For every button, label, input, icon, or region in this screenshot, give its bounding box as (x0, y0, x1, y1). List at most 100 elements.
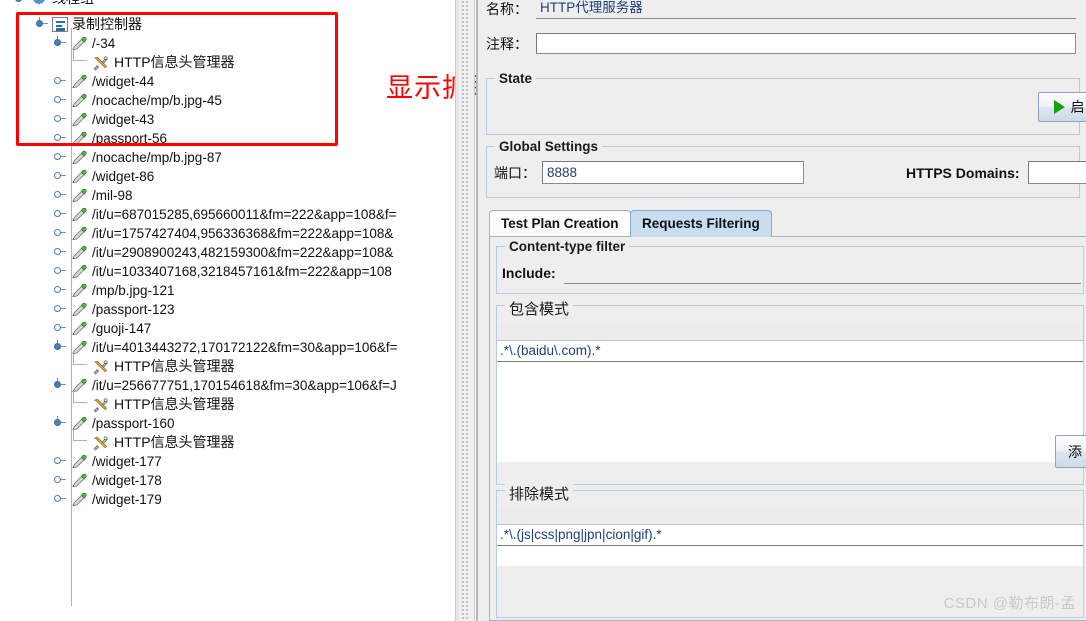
tree-node-toggle[interactable] (53, 264, 66, 277)
filter-tabs[interactable]: Test Plan Creation Requests Filtering (489, 210, 1086, 237)
name-input[interactable]: HTTP代理服务器 (536, 0, 1076, 19)
start-button[interactable]: 启 (1038, 92, 1086, 122)
exclude-patterns-table[interactable]: .*\.(js|css|png|jpn|cion|gif).* (497, 506, 1083, 566)
sampler-pencil-icon (70, 245, 88, 261)
tree-node-label: /nocache/mp/b.jpg-87 (92, 150, 222, 165)
name-label: 名称： (486, 0, 528, 17)
include-input[interactable] (563, 261, 1081, 284)
csdn-watermark: CSDN @勒布朗-孟 (943, 595, 1076, 612)
tree-elbow-connector (73, 49, 87, 61)
tree-node-label: /mp/b.jpg-121 (92, 283, 175, 298)
tree-node-label: /guoji-147 (92, 321, 152, 336)
sampler-pencil-icon (70, 150, 88, 166)
tree-node-toggle[interactable] (35, 17, 48, 30)
exclude-pattern-cell[interactable]: .*\.(js|css|png|jpn|cion|gif).* (497, 525, 1083, 546)
sampler-pencil-icon (70, 188, 88, 204)
header-manager-icon (92, 435, 110, 451)
tree-node-label: /it/u=687015285,695660011&fm=222&app=108… (92, 207, 397, 222)
comment-input[interactable] (536, 33, 1076, 54)
sampler-pencil-icon (70, 226, 88, 242)
tree-node-label: HTTP信息头管理器 (114, 358, 235, 374)
splitter-dot-track[interactable] (461, 0, 469, 621)
tree-node-toggle[interactable] (53, 321, 66, 334)
sampler-pencil-icon (70, 93, 88, 109)
sampler-pencil-icon (70, 74, 88, 90)
port-input[interactable]: 8888 (542, 161, 804, 184)
comment-row: 注释： (486, 33, 1076, 54)
tree-node-toggle[interactable] (53, 131, 66, 144)
tree-node-label: HTTP信息头管理器 (114, 54, 235, 70)
tree-elbow-connector (73, 429, 87, 441)
tree-elbow-connector (73, 353, 87, 365)
include-row: Include: (502, 261, 1081, 284)
tree-node-label: /it/u=4013443272,170172122&fm=30&app=106… (92, 340, 398, 355)
header-manager-icon (92, 359, 110, 375)
tree-node-toggle[interactable] (53, 36, 66, 49)
sampler-pencil-icon (70, 473, 88, 489)
sampler-pencil-icon (70, 454, 88, 470)
port-row: 端口： 8888 (494, 161, 804, 184)
comment-label: 注释： (486, 35, 528, 52)
tree-node-toggle[interactable] (53, 473, 66, 486)
tree-node-toggle[interactable] (53, 112, 66, 125)
gear-icon (31, 0, 47, 7)
tree-node-toggle[interactable] (53, 74, 66, 87)
tab-requests-filtering[interactable]: Requests Filtering (630, 210, 772, 237)
tree-node-toggle[interactable] (53, 302, 66, 315)
https-domains-row: HTTPS Domains: (906, 161, 1086, 184)
tree-node-toggle[interactable] (53, 169, 66, 182)
include-patterns-rows[interactable]: .*\.(baidu\.com).* (497, 341, 1083, 362)
https-domains-input[interactable] (1027, 161, 1086, 184)
include-patterns-title: 包含模式 (505, 298, 574, 319)
tree-node-label: /mil-98 (92, 188, 133, 203)
tree-node-toggle[interactable] (53, 188, 66, 201)
include-pattern-cell[interactable]: .*\.(baidu\.com).* (497, 341, 1083, 362)
tree-node-toggle[interactable] (53, 93, 66, 106)
sampler-pencil-icon (70, 131, 88, 147)
tree-node-label: 录制控制器 (72, 16, 142, 32)
tree-node-label: HTTP信息头管理器 (114, 434, 235, 450)
state-group: State (486, 71, 1080, 135)
tree-node-toggle[interactable] (53, 340, 66, 353)
tree-node-toggle[interactable] (53, 492, 66, 505)
tree-node-label: /widget-86 (92, 169, 155, 184)
panel-splitter-scrollbar[interactable] (455, 0, 475, 621)
include-patterns-table[interactable]: .*\.(baidu\.com).* (497, 322, 1083, 462)
exclude-patterns-rows[interactable]: .*\.(js|css|png|jpn|cion|gif).* (497, 525, 1083, 546)
tree-node-label: /nocache/mp/b.jpg-45 (92, 93, 222, 108)
tree-node-thread-group[interactable]: 线程组 (0, 0, 94, 8)
tree-node-toggle[interactable] (53, 150, 66, 163)
include-patterns-table-header (497, 322, 1083, 341)
tree-node-label: /passport-56 (92, 131, 168, 146)
recording-controller-icon (52, 17, 68, 32)
tree-node-toggle[interactable] (53, 378, 66, 391)
state-group-title: State (495, 71, 537, 86)
tree-node-toggle[interactable] (53, 245, 66, 258)
tree-node-label: /-34 (92, 36, 116, 51)
jmeter-http-proxy-recorder-window: 线程组录制控制器 /-34 HTTP信息头管理器/widget-44/nocache… (0, 0, 1086, 621)
sampler-pencil-icon (70, 321, 88, 337)
tree-node-label: HTTP信息头管理器 (114, 396, 235, 412)
tree-node-toggle[interactable] (53, 283, 66, 296)
tree-node-toggle[interactable] (53, 226, 66, 239)
splitter-edge (456, 0, 459, 621)
tree-node-label: /widget-43 (92, 112, 155, 127)
tree-node-toggle[interactable] (53, 454, 66, 467)
tree-node-label: /it/u=1033407168,3218457161&fm=222&app=1… (92, 264, 392, 279)
exclude-patterns-title: 排除模式 (505, 483, 574, 504)
sampler-pencil-icon (70, 264, 88, 280)
tab-test-plan-creation[interactable]: Test Plan Creation (489, 210, 631, 237)
tree-node-toggle[interactable] (53, 207, 66, 220)
start-button-label: 启 (1070, 99, 1085, 115)
tree-node-label: /it/u=256677751,170154618&fm=30&app=106&… (92, 378, 397, 393)
tree-node-label: /passport-123 (92, 302, 175, 317)
content-type-filter-title: Content-type filter (505, 239, 630, 254)
add-include-pattern-button[interactable]: 添 (1055, 435, 1086, 468)
tree-node-toggle[interactable] (53, 416, 66, 429)
requests-filtering-tab-panel: Content-type filter Include: 包含模式 .*\.(b… (489, 236, 1086, 621)
tree-node-label: /it/u=2908900243,482159300&fm=222&app=10… (92, 245, 394, 260)
sampler-pencil-icon (70, 207, 88, 223)
sampler-pencil-icon (70, 169, 88, 185)
sampler-pencil-icon (70, 492, 88, 508)
https-domains-label: HTTPS Domains: (906, 164, 1020, 181)
